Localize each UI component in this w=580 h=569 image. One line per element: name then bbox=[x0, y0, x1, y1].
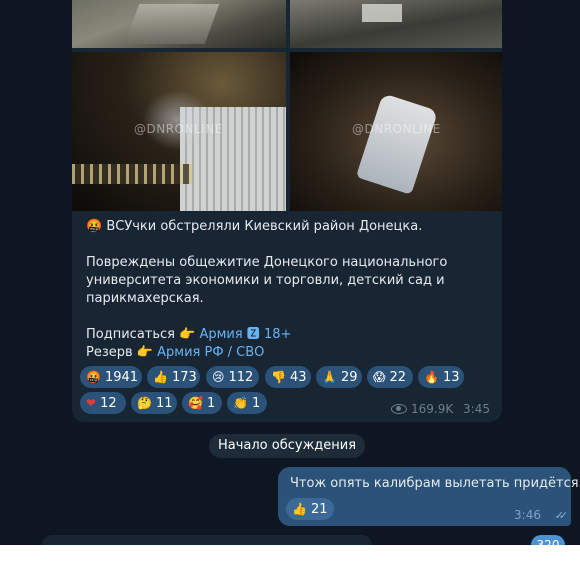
reply-reaction-thumbs-up[interactable]: 👍 21 bbox=[286, 498, 334, 520]
shell-fragment-shape bbox=[355, 93, 439, 195]
subscribe-link[interactable]: Армия 🆉 18+ bbox=[199, 327, 291, 342]
pointing-hand-icon: 👉 bbox=[136, 345, 153, 360]
reaction-thinking[interactable]: 🤔 11 bbox=[131, 392, 177, 414]
thumbs-down-icon: 👎 bbox=[271, 370, 286, 384]
reaction-scream[interactable]: 😱 22 bbox=[367, 366, 413, 388]
post-photo-4[interactable]: @DNRONLINE bbox=[290, 52, 502, 211]
reaction-thumbs-up[interactable]: 👍 173 bbox=[147, 366, 200, 388]
reaction-count: 1941 bbox=[104, 370, 139, 385]
channel-post[interactable]: @DNRONLINE @DNRONLINE 🤬 ВСУчки обстрелял… bbox=[72, 0, 502, 422]
reaction-angry[interactable]: 🤬 1941 bbox=[80, 366, 142, 388]
message-text: Чтож опять калибрам вылетать придётся... bbox=[290, 476, 580, 491]
pointing-hand-icon: 👉 bbox=[179, 327, 196, 342]
reserve-label: Резерв bbox=[86, 345, 133, 360]
reaction-heart[interactable]: ❤ 12 bbox=[80, 392, 126, 414]
reaction-pray[interactable]: 🙏 29 bbox=[316, 366, 362, 388]
body-line: университета экономики и торговли, детск… bbox=[86, 273, 445, 288]
scream-face-icon: 😱 bbox=[373, 370, 386, 384]
garland-shape bbox=[72, 164, 192, 184]
pray-icon: 🙏 bbox=[322, 370, 337, 384]
reaction-clap[interactable]: 👏 1 bbox=[227, 392, 267, 414]
reaction-thumbs-down[interactable]: 👎 43 bbox=[265, 366, 311, 388]
angry-face-icon: 🤬 bbox=[86, 370, 101, 384]
crying-face-icon: 😢 bbox=[212, 370, 225, 384]
body-line: Повреждены общежитие Донецкого националь… bbox=[86, 255, 448, 270]
reaction-crying[interactable]: 😢 112 bbox=[206, 366, 259, 388]
reserve-link[interactable]: Армия РФ / СВО bbox=[157, 345, 264, 360]
post-photo-1[interactable] bbox=[72, 0, 286, 48]
angry-face-icon: 🤬 bbox=[86, 219, 103, 234]
debris-shape bbox=[124, 4, 220, 44]
reaction-fire[interactable]: 🔥 13 bbox=[418, 366, 464, 388]
thumbs-up-icon: 👍 bbox=[292, 502, 307, 516]
views-eye-icon bbox=[390, 404, 407, 414]
headline-text: ВСУчки обстреляли Киевский район Донецка… bbox=[106, 219, 423, 234]
views-count: 169.9K bbox=[410, 402, 454, 416]
post-time: 3:45 bbox=[463, 402, 490, 416]
double-check-icon: ✓✓ bbox=[554, 509, 569, 522]
subscribe-label: Подписаться bbox=[86, 327, 175, 342]
thinking-face-icon: 🤔 bbox=[137, 396, 152, 410]
photo-watermark: @DNRONLINE bbox=[352, 122, 441, 136]
smoke-shape bbox=[142, 90, 212, 150]
bottom-strip bbox=[0, 545, 580, 569]
body-line: парикмахерская. bbox=[86, 291, 204, 306]
reaction-count: 21 bbox=[310, 502, 328, 517]
post-meta: 169.9K 3:45 bbox=[390, 402, 490, 416]
debris-shape bbox=[362, 4, 402, 22]
message-time: 3:46 bbox=[514, 508, 541, 522]
post-text: 🤬 ВСУчки обстреляли Киевский район Донец… bbox=[86, 218, 491, 362]
reaction-count: 1 bbox=[251, 396, 261, 411]
reaction-count: 43 bbox=[289, 370, 307, 385]
reaction-count: 13 bbox=[442, 370, 460, 385]
outgoing-message[interactable]: Чтож опять калибрам вылетать придётся...… bbox=[278, 467, 580, 526]
reaction-count: 29 bbox=[340, 370, 358, 385]
reaction-count: 173 bbox=[171, 370, 197, 385]
smiling-hearts-icon: 🥰 bbox=[188, 396, 203, 410]
discussion-start-label: Начало обсуждения bbox=[209, 434, 365, 458]
reaction-count: 12 bbox=[100, 396, 117, 411]
reaction-count: 11 bbox=[155, 396, 173, 411]
reaction-count: 22 bbox=[389, 370, 407, 385]
reaction-love[interactable]: 🥰 1 bbox=[182, 392, 222, 414]
reaction-count: 112 bbox=[228, 370, 254, 385]
subscribe-line: Подписаться 👉 Армия 🆉 18+ bbox=[86, 326, 491, 344]
heart-icon: ❤ bbox=[86, 396, 97, 410]
post-photo-2[interactable] bbox=[290, 0, 502, 48]
reserve-line: Резерв 👉 Армия РФ / СВО bbox=[86, 344, 491, 362]
photo-watermark: @DNRONLINE bbox=[134, 122, 223, 136]
fire-icon: 🔥 bbox=[424, 370, 439, 384]
post-headline: 🤬 ВСУчки обстреляли Киевский район Донец… bbox=[86, 218, 491, 236]
reaction-count: 1 bbox=[206, 396, 216, 411]
clapping-hands-icon: 👏 bbox=[233, 396, 248, 410]
thumbs-up-icon: 👍 bbox=[153, 370, 168, 384]
post-photo-3[interactable]: @DNRONLINE bbox=[72, 52, 286, 211]
